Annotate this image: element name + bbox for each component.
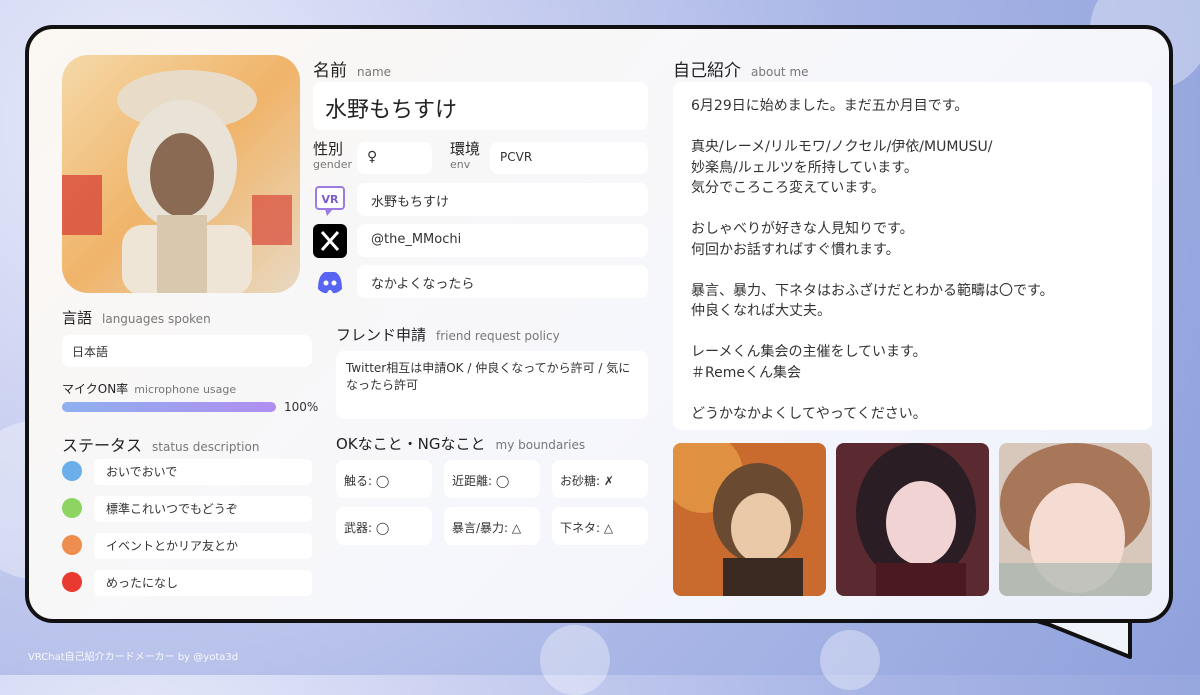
about-text: 6月29日に始めました。まだ五か月目です。 真央/レーメ/リルモワ/ノクセル/伊… <box>691 96 1054 424</box>
gallery-image <box>673 443 826 596</box>
status-dot <box>62 498 82 518</box>
env-value: PCVR <box>500 150 533 164</box>
discord-field: なかよくなったら <box>357 265 648 298</box>
boundary-text: 近距離: ◯ <box>452 474 510 488</box>
status-dot <box>62 461 82 481</box>
about-line <box>691 322 1054 343</box>
status-sublabel: status description <box>152 440 260 454</box>
boundary-text: お砂糖: ✗ <box>560 474 614 488</box>
name-sublabel: name <box>357 65 392 79</box>
vrchat-icon: VR <box>313 183 347 217</box>
status-heading: ステータス status description <box>62 432 259 456</box>
about-line: 6月29日に始めました。まだ五か月目です。 <box>691 98 969 114</box>
gender-label: 性別 <box>313 140 344 158</box>
about-line: 仲良くなれば大丈夫。 <box>691 303 831 319</box>
bokeh-decoration <box>540 625 610 695</box>
gallery-image <box>999 443 1152 596</box>
friend-request-label: フレンド申請 <box>336 326 427 344</box>
gender-heading: 性別 gender <box>313 140 352 171</box>
about-line: ＃Remeくん集会 <box>691 364 801 381</box>
about-label: 自己紹介 <box>673 61 741 81</box>
status-label: ステータス <box>62 436 143 455</box>
friend-request-sublabel: friend request policy <box>436 329 560 343</box>
env-field: PCVR <box>490 142 648 174</box>
mic-sublabel: microphone usage <box>134 383 237 396</box>
x-icon <box>313 224 347 258</box>
env-sublabel: env <box>450 158 471 171</box>
friend-request-heading: フレンド申請 friend request policy <box>336 324 560 345</box>
svg-text:VR: VR <box>322 193 340 206</box>
status-text: イベントとかリア友とか <box>94 533 312 559</box>
mic-progress-fill <box>62 402 276 412</box>
status-text: 標準これいつでもどうぞ <box>94 496 312 522</box>
name-heading: 名前 name <box>313 56 391 81</box>
boundary-item: お砂糖: ✗ <box>552 460 648 498</box>
about-heading: 自己紹介 about me <box>673 56 809 81</box>
mic-value: 100% <box>284 400 319 414</box>
about-sublabel: about me <box>751 65 809 79</box>
gender-field: ♀ <box>357 142 432 174</box>
avatar-image <box>62 55 300 293</box>
bokeh-decoration <box>820 630 880 690</box>
name-label: 名前 <box>313 61 347 81</box>
mic-progress-track <box>62 402 276 412</box>
footer-credit: VRChat自己紹介カードメーカー by @yota3d <box>28 652 239 663</box>
about-line: 気分でころころ変えています。 <box>691 180 885 196</box>
languages-label: 言語 <box>62 309 93 327</box>
status-dot <box>62 535 82 555</box>
env-label: 環境 <box>450 140 481 158</box>
boundary-item: 暴言/暴力: △ <box>444 507 540 545</box>
x-field: @the_MMochi <box>357 224 648 257</box>
gender-value: ♀ <box>367 149 378 165</box>
gender-sublabel: gender <box>313 158 352 171</box>
boundaries-label: OKなこと・NGなこと <box>336 435 486 453</box>
discord-value: なかよくなったら <box>371 277 475 292</box>
languages-heading: 言語 languages spoken <box>62 307 211 328</box>
status-item: めったになし <box>62 570 312 596</box>
vrchat-value: 水野もちすけ <box>371 195 450 210</box>
boundary-text: 下ネタ: △ <box>560 521 614 535</box>
languages-field: 日本語 <box>62 335 312 367</box>
about-line <box>691 260 1054 281</box>
boundaries-heading: OKなこと・NGなこと my boundaries <box>336 433 585 454</box>
status-dot <box>62 572 82 592</box>
boundary-text: 暴言/暴力: △ <box>452 521 522 535</box>
boundary-item: 触る: ◯ <box>336 460 432 498</box>
languages-sublabel: languages spoken <box>102 312 211 326</box>
boundary-text: 武器: ◯ <box>344 521 390 535</box>
status-text: めったになし <box>94 570 312 596</box>
about-line <box>691 117 1054 138</box>
status-item: 標準これいつでもどうぞ <box>62 496 312 522</box>
about-line: どうかなかよくしてやってください。 <box>691 405 927 422</box>
friend-request-value: Twitter相互は申請OK / 仲良くなってから許可 / 気になったら許可 <box>346 361 631 392</box>
boundary-item: 下ネタ: △ <box>552 507 648 545</box>
status-text: おいでおいで <box>94 459 312 485</box>
x-value: @the_MMochi <box>371 232 462 247</box>
about-line: おしゃべりが好きな人見知りです。 <box>691 221 914 237</box>
status-item: おいでおいで <box>62 459 312 485</box>
boundaries-sublabel: my boundaries <box>495 438 586 452</box>
about-line: 真央/レーメ/リルモワ/ノクセル/伊依/MUMUSU/ <box>691 139 993 155</box>
mic-heading: マイクON率 microphone usage <box>62 378 236 397</box>
vrchat-field: 水野もちすけ <box>357 183 648 216</box>
discord-icon <box>313 265 347 299</box>
about-line <box>691 383 1054 404</box>
env-heading: 環境 env <box>450 140 481 171</box>
about-line: 何回かお話すればすぐ慣れます。 <box>691 241 900 258</box>
friend-request-field: Twitter相互は申請OK / 仲良くなってから許可 / 気になったら許可 <box>336 351 648 419</box>
about-line: レーメくん集会の主催をしています。 <box>691 344 927 360</box>
boundary-item: 近距離: ◯ <box>444 460 540 498</box>
status-item: イベントとかリア友とか <box>62 533 312 559</box>
name-field: 水野もちすけ <box>313 82 648 130</box>
languages-value: 日本語 <box>72 345 109 359</box>
boundary-text: 触る: ◯ <box>344 474 390 488</box>
boundary-item: 武器: ◯ <box>336 507 432 545</box>
mic-label: マイクON率 <box>62 382 129 396</box>
about-line <box>691 199 1054 220</box>
about-field: 6月29日に始めました。まだ五か月目です。 真央/レーメ/リルモワ/ノクセル/伊… <box>673 82 1152 430</box>
gallery-image <box>836 443 989 596</box>
name-value: 水野もちすけ <box>325 98 458 123</box>
about-line: 暴言、暴力、下ネタはおふざけだとわかる範疇は〇です。 <box>691 282 1054 299</box>
about-line: 妙楽鳥/ルェルツを所持しています。 <box>691 159 918 176</box>
